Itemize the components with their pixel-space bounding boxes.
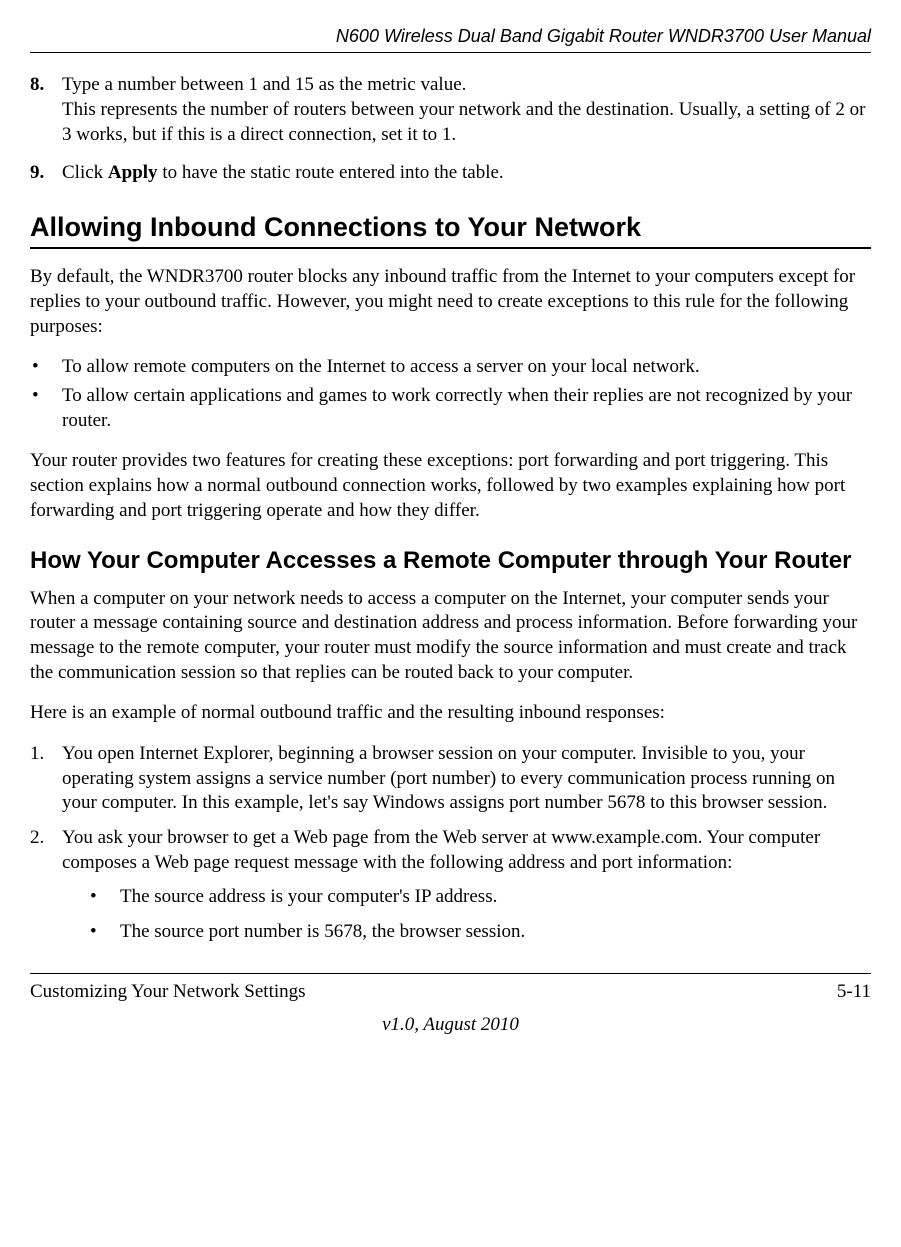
intro-bullet-1-text: To allow remote computers on the Interne… (62, 355, 871, 380)
numlist-2: 2. You ask your browser to get a Web pag… (30, 826, 871, 955)
intro-paragraph: By default, the WNDR3700 router blocks a… (30, 265, 871, 339)
footer-right: 5-11 (837, 980, 871, 1005)
numlist-1-body: You open Internet Explorer, beginning a … (62, 742, 871, 816)
intro-paragraph-2: Your router provides two features for cr… (30, 449, 871, 523)
footer-left: Customizing Your Network Settings (30, 980, 306, 1005)
step-9-body: Click Apply to have the static route ent… (62, 161, 871, 186)
sub-para-2: Here is an example of normal outbound tr… (30, 701, 871, 726)
sub-para-1: When a computer on your network needs to… (30, 587, 871, 686)
step-8-line1: Type a number between 1 and 15 as the me… (62, 74, 466, 95)
numlist-2-sub-1: • The source address is your computer's … (90, 885, 871, 910)
numlist-2-body: You ask your browser to get a Web page f… (62, 826, 871, 955)
numlist-1-number: 1. (30, 742, 62, 816)
step-8-number: 8. (30, 73, 62, 147)
numlist-2-number: 2. (30, 826, 62, 955)
numlist-2-text: You ask your browser to get a Web page f… (62, 827, 820, 873)
step-9-number: 9. (30, 161, 62, 186)
numlist-2-sub-1-text: The source address is your computer's IP… (120, 885, 871, 910)
numlist-2-sub-2-text: The source port number is 5678, the brow… (120, 920, 871, 945)
footer-row: Customizing Your Network Settings 5-11 (30, 980, 871, 1005)
bullet-icon: • (90, 920, 120, 945)
numlist-2-sub-2: • The source port number is 5678, the br… (90, 920, 871, 945)
step-9-bold: Apply (108, 162, 158, 183)
intro-bullet-2-text: To allow certain applications and games … (62, 384, 871, 433)
step-8: 8. Type a number between 1 and 15 as the… (30, 73, 871, 147)
bullet-icon: • (90, 885, 120, 910)
bullet-icon: • (30, 355, 62, 380)
step-8-body: Type a number between 1 and 15 as the me… (62, 73, 871, 147)
intro-bullet-1: • To allow remote computers on the Inter… (30, 355, 871, 380)
header-rule (30, 52, 871, 53)
subsection-heading: How Your Computer Accesses a Remote Comp… (30, 545, 871, 576)
step-8-line2: This represents the number of routers be… (62, 99, 865, 145)
footer-rule (30, 973, 871, 974)
footer-center: v1.0, August 2010 (30, 1013, 871, 1038)
step-9-post: to have the static route entered into th… (158, 162, 504, 183)
intro-bullet-2: • To allow certain applications and game… (30, 384, 871, 433)
section-heading: Allowing Inbound Connections to Your Net… (30, 210, 871, 249)
header-doc-title: N600 Wireless Dual Band Gigabit Router W… (30, 25, 871, 48)
numlist-1: 1. You open Internet Explorer, beginning… (30, 742, 871, 816)
step-9-pre: Click (62, 162, 108, 183)
bullet-icon: • (30, 384, 62, 433)
step-9: 9. Click Apply to have the static route … (30, 161, 871, 186)
